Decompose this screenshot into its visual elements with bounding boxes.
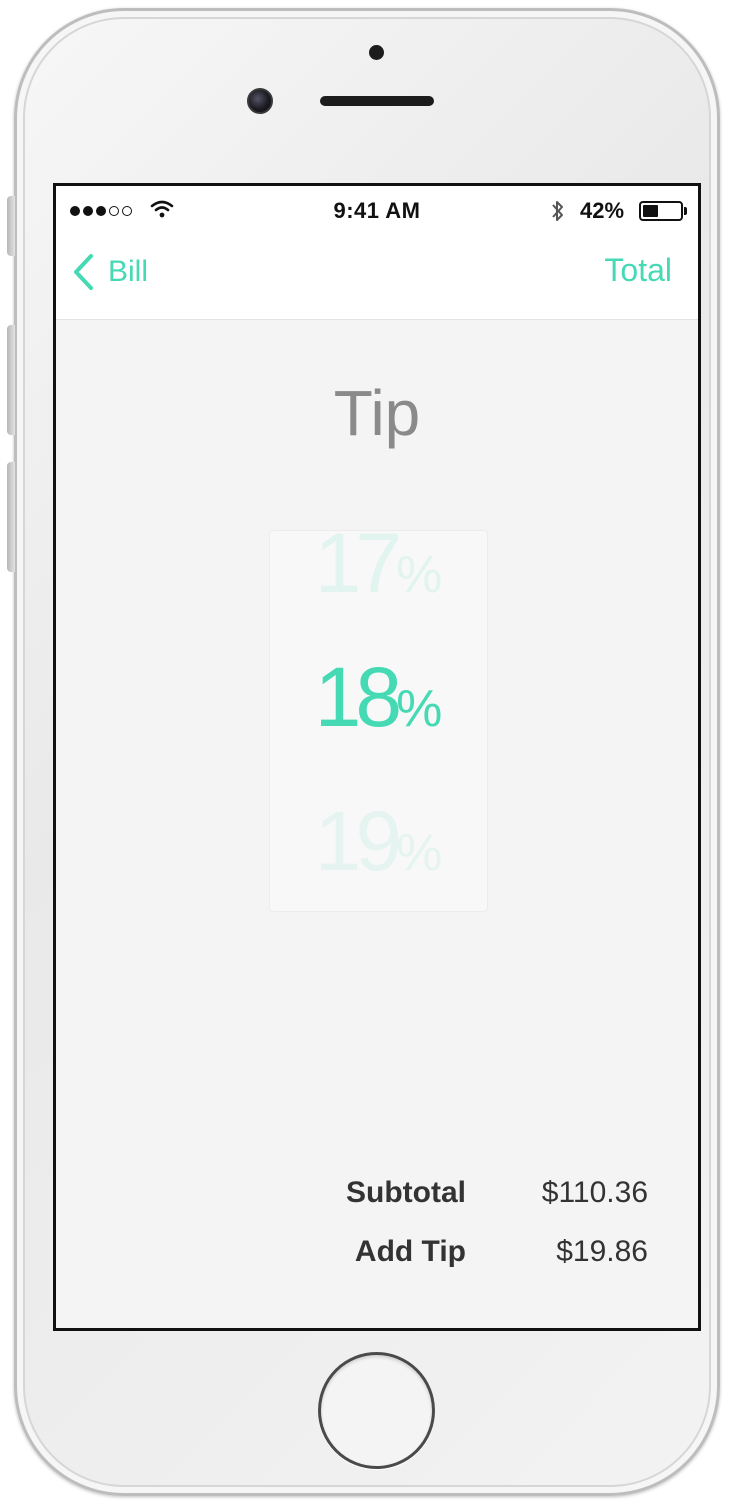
chevron-left-icon	[74, 254, 93, 290]
picker-option-value: 19	[314, 794, 402, 888]
navigation-header: 9:41 AM 42% Bill Total	[56, 186, 698, 320]
front-camera	[247, 88, 273, 114]
proximity-sensor	[369, 45, 384, 60]
app-screen: 9:41 AM 42% Bill Total Tip 17% 18% 19% S…	[53, 183, 701, 1331]
volume-down-button	[7, 462, 15, 572]
status-bar: 9:41 AM 42%	[56, 186, 698, 234]
bluetooth-icon	[552, 201, 563, 221]
mute-switch	[7, 196, 15, 256]
battery-percentage: 42%	[580, 198, 625, 223]
picker-option-unit: %	[396, 824, 443, 882]
back-button[interactable]: Bill	[72, 246, 148, 298]
subtotal-label: Subtotal	[346, 1176, 466, 1209]
picker-selected-unit: %	[396, 680, 443, 738]
earpiece-speaker	[320, 96, 434, 106]
tip-percentage-picker[interactable]: 17% 18% 19%	[269, 530, 488, 912]
home-button[interactable]	[318, 1352, 435, 1469]
battery-level-fill	[643, 205, 659, 217]
tip-amount-row: Add Tip $19.86	[56, 1235, 698, 1279]
picker-option-selected[interactable]: 18%	[270, 649, 487, 746]
total-button[interactable]: Total	[604, 252, 672, 289]
tip-amount-value: $19.86	[556, 1235, 648, 1268]
back-button-label: Bill	[108, 255, 149, 288]
picker-option-unit: %	[396, 546, 443, 604]
picker-selected-value: 18	[314, 650, 402, 744]
battery-terminal	[684, 207, 687, 215]
subtotal-row: Subtotal $110.36	[56, 1176, 698, 1220]
tip-amount-label: Add Tip	[354, 1235, 466, 1268]
battery-icon	[639, 201, 683, 221]
picker-option-next[interactable]: 19%	[270, 793, 487, 890]
subtotal-value: $110.36	[541, 1176, 648, 1209]
page-title: Tip	[333, 377, 421, 449]
volume-up-button	[7, 325, 15, 435]
picker-option-value: 17	[314, 530, 402, 610]
picker-option-previous[interactable]: 17%	[270, 530, 487, 612]
